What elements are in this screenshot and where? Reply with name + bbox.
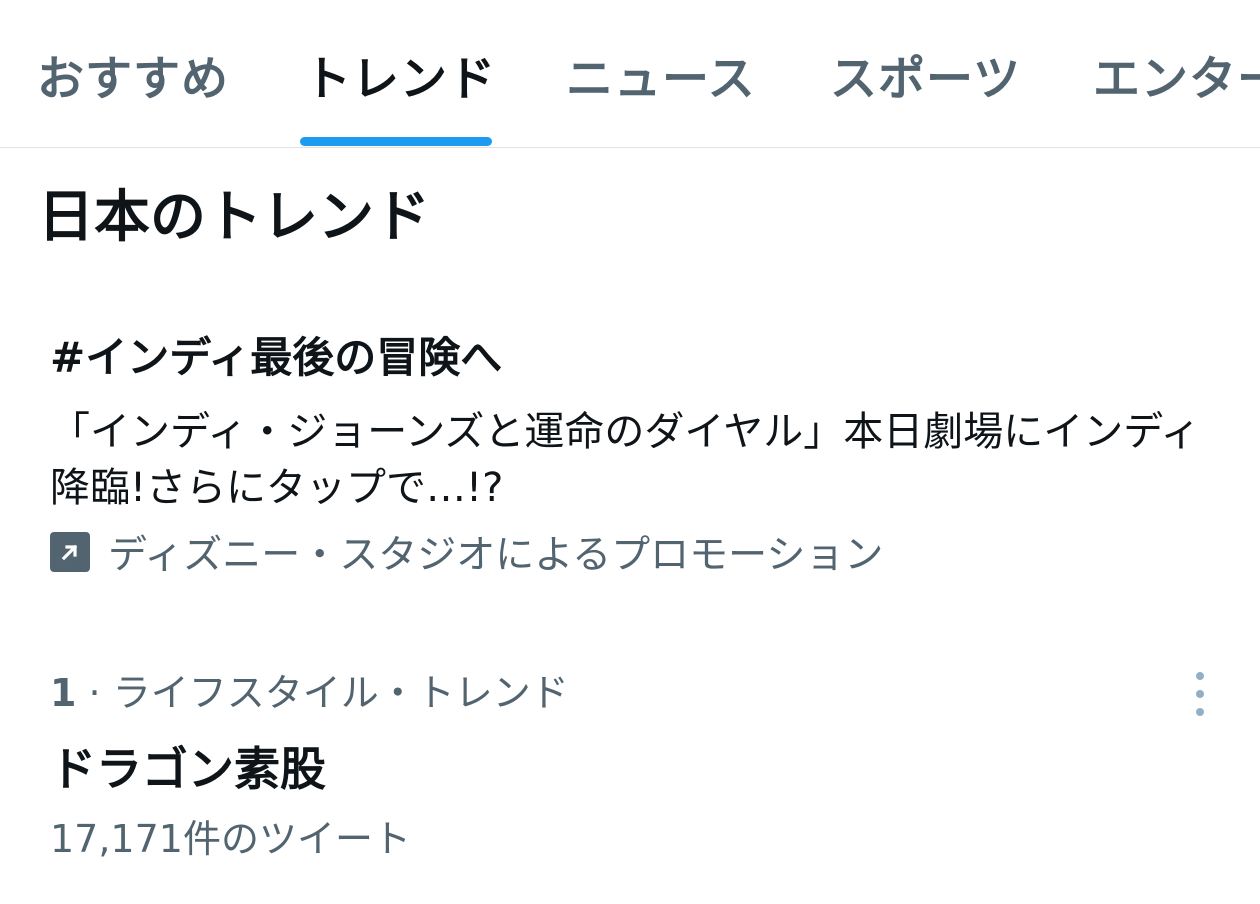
trend-tweet-count: 17,171件のツイート [50,817,411,861]
trend-meta: 1 · ライフスタイル・トレンド [50,666,569,720]
trend-category: ライフスタイル・トレンド [112,671,569,715]
tab-sports[interactable]: スポーツ [830,50,1021,110]
tab-trending[interactable]: トレンド [304,50,496,110]
trend-separator: · [88,671,101,715]
trend-name[interactable]: ドラゴン素股 [50,738,326,800]
tab-news[interactable]: ニュース [566,50,756,110]
promoted-arrow-icon [50,532,90,572]
active-tab-indicator [300,137,492,146]
trend-rank: 1 [50,671,77,715]
promoted-trend-title[interactable]: #インディ最後の冒険へ [50,330,502,386]
promoted-by-label: ディズニー・スタジオによるプロモーション [108,533,884,578]
more-options-icon[interactable] [1182,672,1218,716]
tab-recommended[interactable]: おすすめ [37,50,229,110]
promoted-trend-description: 「インディ・ジョーンズと運命のダイヤル」本日劇場にインディ降臨!さらにタップで…… [50,409,1201,511]
promoted-by-line: ディズニー・スタジオによるプロモーション [50,526,883,578]
section-title: 日本のトレンド [38,185,430,250]
explore-tab-bar: おすすめ トレンド ニュース スポーツ エンター [0,0,1260,148]
tab-entertainment[interactable]: エンター [1093,50,1260,110]
